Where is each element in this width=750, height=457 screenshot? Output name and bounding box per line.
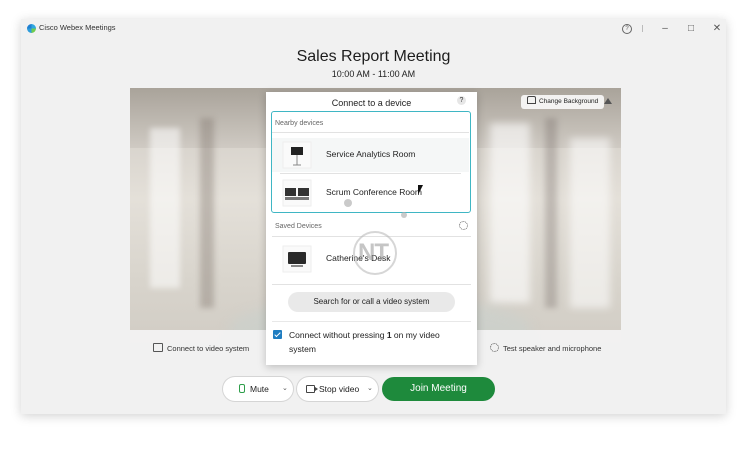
watermark-text: NT <box>358 239 389 266</box>
preview-pillar <box>200 118 214 308</box>
help-icon[interactable]: ? <box>622 24 632 34</box>
search-video-system-button[interactable]: Search for or call a video system <box>288 292 455 312</box>
cast-icon <box>153 343 163 352</box>
device-name: Service Analytics Room <box>326 149 416 159</box>
close-button[interactable]: ✕ <box>709 21 725 37</box>
divider <box>280 173 461 174</box>
watermark-dot <box>401 212 407 218</box>
camera-icon <box>306 385 318 393</box>
preview-window-far <box>570 138 610 308</box>
chevron-down-icon[interactable]: ⌄ <box>367 377 373 401</box>
change-background-button[interactable]: Change Background <box>521 95 605 109</box>
maximize-button[interactable]: □ <box>683 21 699 37</box>
minimize-button[interactable]: – <box>657 21 673 37</box>
mute-label: Mute <box>250 384 269 394</box>
change-background-icon <box>527 96 536 104</box>
connect-video-system-label: Connect to video system <box>167 344 250 353</box>
cursor-icon <box>418 185 423 195</box>
preview-window-left <box>150 128 180 288</box>
meeting-time: 10:00 AM - 11:00 AM <box>331 69 416 79</box>
webex-logo-icon <box>27 24 36 33</box>
layout-icon[interactable] <box>604 98 612 104</box>
nearby-devices-panel: Nearby devices Service Analytics Room Sc… <box>271 111 471 213</box>
connect-without-pressing-label: Connect without pressing 1 on my video s… <box>289 328 469 356</box>
stop-video-button[interactable]: Stop video ⌄ <box>297 377 378 401</box>
check-text-part: Connect without pressing <box>289 330 387 340</box>
device-row-scrum-conference[interactable]: Scrum Conference Room <box>272 176 469 210</box>
title-bar: Cisco Webex Meetings ? – □ ✕ <box>21 19 726 39</box>
connect-device-popup: Connect to a device ? Nearby devices Ser… <box>266 92 477 365</box>
preview-window-right <box>490 123 530 303</box>
test-speaker-label: Test speaker and microphone <box>503 344 602 353</box>
device-thumbnail <box>282 245 312 273</box>
preview-pillar-right <box>545 118 557 308</box>
stop-video-label: Stop video <box>319 384 360 394</box>
connect-without-pressing-checkbox[interactable] <box>273 330 282 339</box>
join-meeting-button[interactable]: Join Meeting <box>382 377 495 401</box>
watermark-dot <box>344 199 352 207</box>
app-title: Cisco Webex Meetings <box>39 23 116 32</box>
divider <box>272 132 469 133</box>
divider <box>272 321 471 322</box>
mic-icon <box>239 384 245 393</box>
popup-title: Connect to a device <box>331 98 412 108</box>
device-thumbnail <box>282 141 312 169</box>
test-speaker-link[interactable]: Test speaker and microphone <box>490 343 601 353</box>
device-name: Scrum Conference Room <box>326 187 422 197</box>
nearby-devices-label: Nearby devices <box>275 120 324 127</box>
divider <box>272 284 471 285</box>
help-icon[interactable]: ? <box>457 96 466 105</box>
connect-video-system-link[interactable]: Connect to video system <box>153 343 249 353</box>
meeting-title: Sales Report Meeting <box>296 48 451 65</box>
chevron-down-icon[interactable]: ⌄ <box>282 377 288 401</box>
device-thumbnail <box>282 179 312 207</box>
device-row-service-analytics[interactable]: Service Analytics Room <box>272 138 469 172</box>
saved-devices-label: Saved Devices <box>275 223 322 230</box>
mute-button[interactable]: Mute ⌄ <box>223 377 293 401</box>
gear-icon[interactable] <box>459 221 468 230</box>
change-background-label: Change Background <box>539 98 599 105</box>
gear-icon <box>490 343 499 352</box>
titlebar-divider <box>642 25 643 32</box>
webex-window: Cisco Webex Meetings ? – □ ✕ Sales Repor… <box>21 19 726 414</box>
